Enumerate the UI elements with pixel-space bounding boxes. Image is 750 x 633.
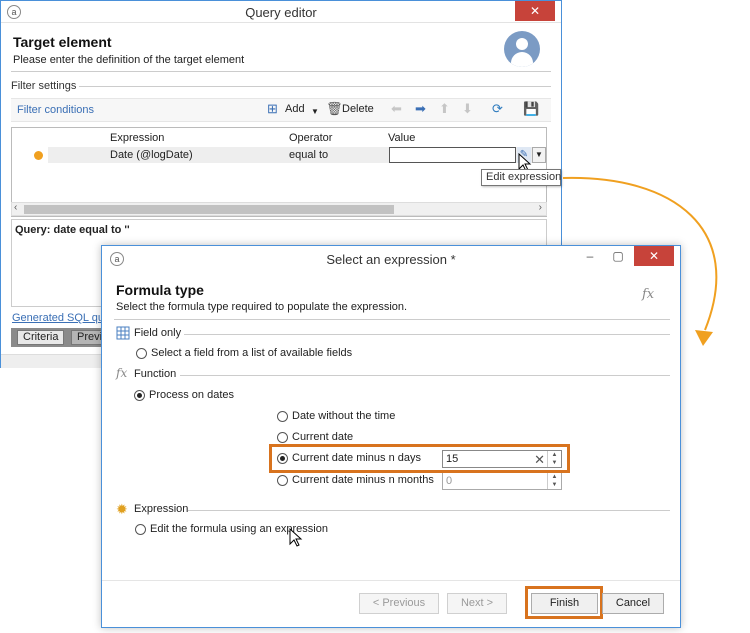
highlight-box — [269, 444, 570, 473]
radio-date-without-time[interactable] — [277, 411, 288, 422]
filter-conditions-label: Filter conditions — [17, 104, 95, 116]
column-header-expression: Expression — [110, 132, 165, 144]
add-button[interactable]: Add — [285, 103, 305, 115]
add-icon: ⊞ — [267, 101, 278, 116]
close-button[interactable]: ✕ — [515, 1, 555, 21]
section-function: Function — [134, 368, 177, 380]
trash-icon: 🗑 — [326, 101, 343, 116]
column-header-operator: Operator — [289, 132, 333, 144]
months-value[interactable]: 0 — [446, 475, 452, 487]
value-dropdown-button[interactable]: ▼ — [532, 147, 546, 163]
label-process-dates[interactable]: Process on dates — [149, 389, 234, 401]
status-dot-icon — [34, 151, 43, 160]
function-fx-icon: fx — [116, 366, 128, 380]
section-divider — [184, 334, 670, 335]
dialog-close-button[interactable]: ✕ — [634, 246, 674, 266]
refresh-icon[interactable]: ⟳ — [492, 102, 503, 116]
generated-sql-link[interactable]: Generated SQL que — [12, 312, 110, 324]
mouse-cursor-icon — [289, 528, 303, 547]
chevron-down-icon[interactable]: ▼ — [311, 105, 319, 119]
edit-expression-tooltip: Edit expression — [481, 169, 561, 186]
dialog-header-divider — [114, 319, 670, 320]
table-grid-icon — [116, 326, 130, 340]
radio-current-date-minus-months[interactable] — [277, 475, 288, 486]
query-text: Query: date equal to '' — [15, 224, 130, 236]
gear-icon: ✹ — [116, 501, 128, 517]
section-divider — [180, 375, 670, 376]
scrollbar-thumb[interactable] — [24, 205, 394, 214]
row-operator[interactable]: equal to — [289, 149, 328, 161]
minimize-icon[interactable]: – — [576, 246, 604, 266]
row-expression[interactable]: Date (@logDate) — [110, 149, 193, 161]
function-fx-icon: fx — [642, 287, 655, 302]
maximize-icon[interactable]: ▢ — [604, 246, 632, 266]
label-select-field[interactable]: Select a field from a list of available … — [151, 347, 352, 359]
radio-current-date[interactable] — [277, 432, 288, 443]
arrow-right-icon[interactable]: ➡ — [415, 102, 426, 116]
tab-strip: Criteria Previ — [11, 328, 111, 347]
user-avatar-icon — [504, 31, 540, 67]
next-button[interactable]: Next > — [447, 593, 507, 614]
label-date-without-time[interactable]: Date without the time — [292, 410, 395, 422]
page-subtitle: Please enter the definition of the targe… — [13, 54, 245, 66]
filter-toolbar: Filter conditions ⊞ Add ▼ 🗑 Delete ⬅ ➡ ⬆… — [11, 98, 551, 122]
title-bar: a Query editor ✕ — [1, 1, 561, 23]
delete-button[interactable]: Delete — [342, 103, 374, 115]
column-header-value: Value — [388, 132, 416, 144]
tab-criteria[interactable]: Criteria — [17, 330, 65, 345]
scroll-right-icon[interactable]: › — [539, 202, 542, 213]
save-icon[interactable]: 💾 — [523, 102, 539, 116]
arrow-up-icon[interactable]: ⬆ — [439, 102, 450, 116]
months-stepper[interactable]: 0 ▲ ▼ — [442, 472, 562, 490]
highlight-box — [525, 586, 603, 619]
cancel-button[interactable]: Cancel — [602, 593, 664, 614]
window-title: Query editor — [245, 5, 317, 20]
radio-edit-formula[interactable] — [135, 524, 146, 535]
group-label: Filter settings — [11, 80, 80, 92]
label-current-date[interactable]: Current date — [292, 431, 353, 443]
header-divider — [11, 71, 551, 72]
value-input[interactable] — [389, 147, 516, 163]
scroll-left-icon[interactable]: ‹ — [14, 202, 17, 213]
group-divider — [11, 86, 551, 87]
radio-process-dates[interactable] — [134, 390, 145, 401]
previous-button[interactable]: < Previous — [359, 593, 439, 614]
section-expression: Expression — [134, 503, 189, 515]
section-divider — [188, 510, 670, 511]
dialog-heading: Formula type — [116, 282, 204, 298]
footer-divider — [102, 580, 680, 581]
page-title: Target element — [13, 34, 112, 50]
radio-select-field[interactable] — [136, 348, 147, 359]
label-current-date-minus-months[interactable]: Current date minus n months — [292, 474, 434, 486]
dialog-subtitle: Select the formula type required to popu… — [116, 301, 408, 313]
section-field-only: Field only — [134, 327, 182, 339]
spin-updown-icon[interactable]: ▲ ▼ — [547, 473, 561, 489]
arrow-down-icon[interactable]: ⬇ — [462, 102, 473, 116]
select-expression-dialog: a Select an expression * – ▢ ✕ Formula t… — [101, 245, 681, 628]
horizontal-scrollbar[interactable]: ‹ › — [11, 202, 547, 216]
dialog-title-bar: a Select an expression * – ▢ ✕ — [102, 246, 680, 273]
arrow-left-icon[interactable]: ⬅ — [391, 102, 402, 116]
